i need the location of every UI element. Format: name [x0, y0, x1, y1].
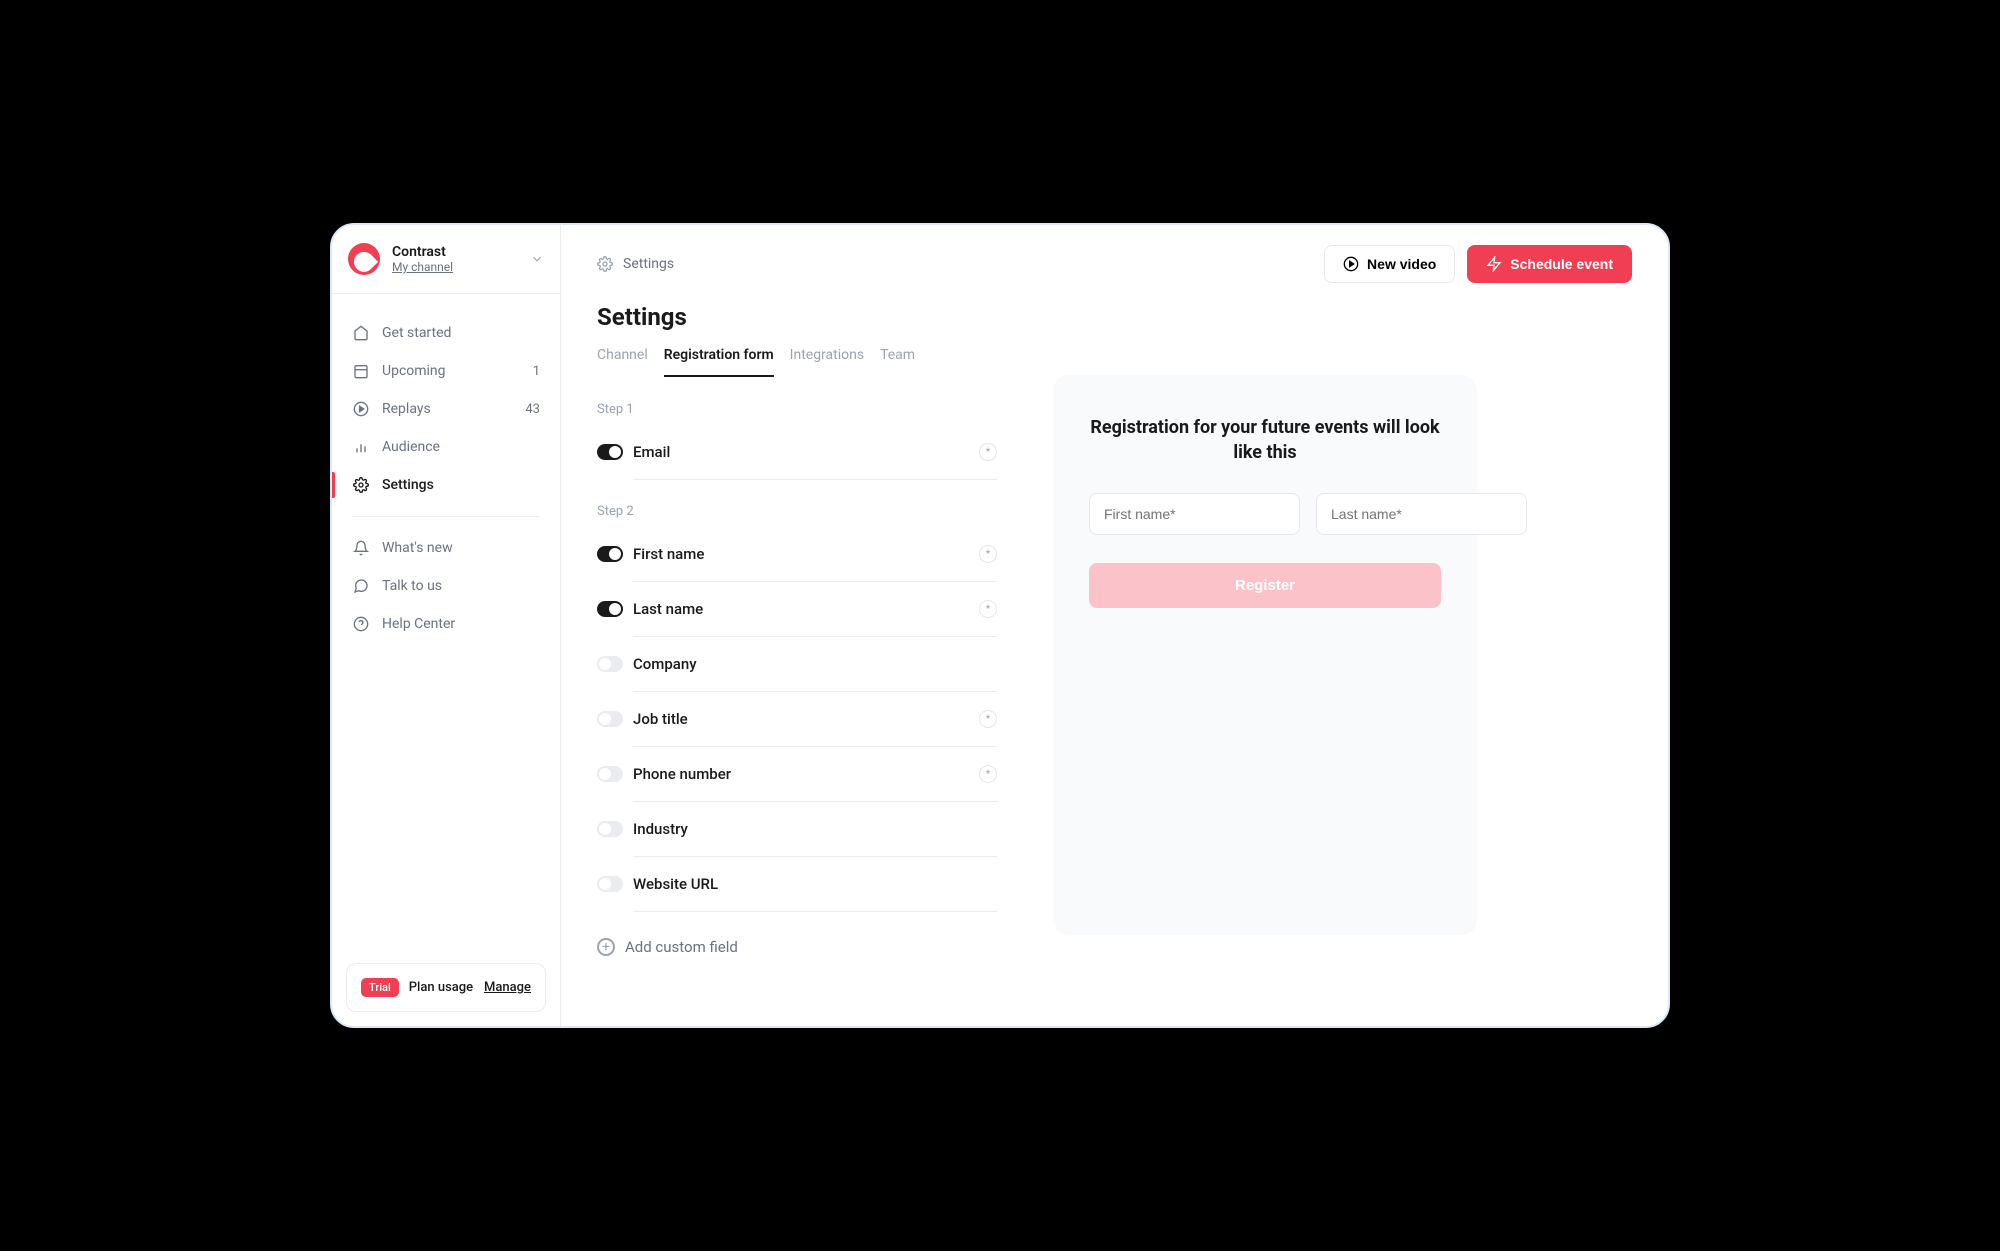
toggle-email[interactable]: [597, 444, 623, 460]
nav-badge: 1: [533, 364, 540, 379]
button-label: New video: [1367, 256, 1436, 272]
primary-nav: Get started Upcoming 1 Replays 43 Audien…: [332, 294, 560, 949]
chat-icon: [352, 577, 370, 595]
page-title: Settings: [597, 303, 997, 331]
play-circle-icon: [352, 400, 370, 418]
tab-registration-form[interactable]: Registration form: [664, 347, 774, 377]
field-label: Email: [633, 443, 670, 461]
breadcrumb: Settings: [623, 256, 674, 272]
gear-icon: [597, 256, 613, 272]
channel-info: Contrast My channel: [392, 244, 518, 274]
channel-sublabel[interactable]: My channel: [392, 260, 518, 274]
channel-name: Contrast: [392, 244, 518, 260]
tabs: Channel Registration form Integrations T…: [597, 347, 997, 378]
schedule-event-button[interactable]: Schedule event: [1467, 245, 1632, 283]
lightning-icon: [1486, 256, 1502, 272]
sidebar-item-talk-to-us[interactable]: Talk to us: [332, 567, 560, 605]
field-row-company: Company: [633, 637, 997, 692]
nav-divider: [352, 516, 540, 517]
bell-icon: [352, 539, 370, 557]
add-custom-field-button[interactable]: + Add custom field: [597, 920, 997, 974]
preview-inputs: [1089, 493, 1441, 535]
nav-badge: 43: [525, 402, 540, 417]
topbar-actions: New video Schedule event: [1324, 245, 1632, 283]
nav-label: Audience: [382, 439, 440, 455]
play-circle-icon: [1343, 256, 1359, 272]
toggle-first-name[interactable]: [597, 546, 623, 562]
app-window: Contrast My channel Get started Upcoming…: [330, 223, 1670, 1028]
toggle-company[interactable]: [597, 656, 623, 672]
sidebar-footer: Trial Plan usage Manage: [346, 963, 546, 1012]
nav-label: Upcoming: [382, 363, 446, 379]
calendar-icon: [352, 362, 370, 380]
toggle-last-name[interactable]: [597, 601, 623, 617]
step-1-label: Step 1: [597, 402, 997, 417]
sidebar-item-audience[interactable]: Audience: [332, 428, 560, 466]
field-label: Last name: [633, 600, 703, 618]
required-badge[interactable]: [979, 545, 997, 563]
toggle-job-title[interactable]: [597, 711, 623, 727]
toggle-phone-number[interactable]: [597, 766, 623, 782]
field-row-last-name: Last name: [633, 582, 997, 637]
toggle-website-url[interactable]: [597, 876, 623, 892]
nav-label: Talk to us: [382, 578, 442, 594]
first-name-field[interactable]: [1089, 493, 1300, 535]
content: Settings Channel Registration form Integ…: [561, 303, 1668, 1010]
field-row-industry: Industry: [633, 802, 997, 857]
register-button[interactable]: Register: [1089, 563, 1441, 608]
field-row-phone-number: Phone number: [633, 747, 997, 802]
sidebar-item-get-started[interactable]: Get started: [332, 314, 560, 352]
sidebar-item-settings[interactable]: Settings: [332, 466, 560, 504]
chevron-down-icon: [530, 252, 544, 266]
plus-circle-icon: +: [597, 938, 615, 956]
field-label: Phone number: [633, 765, 731, 783]
tab-team[interactable]: Team: [880, 347, 915, 377]
nav-label: Settings: [382, 477, 434, 493]
tab-channel[interactable]: Channel: [597, 347, 648, 377]
sidebar-item-whats-new[interactable]: What's new: [332, 529, 560, 567]
topbar: Settings New video Schedule event: [561, 225, 1668, 303]
nav-label: Help Center: [382, 616, 455, 632]
home-icon: [352, 324, 370, 342]
plan-usage-label: Plan usage: [409, 980, 473, 995]
sidebar-item-help-center[interactable]: Help Center: [332, 605, 560, 643]
new-video-button[interactable]: New video: [1324, 245, 1455, 283]
last-name-field[interactable]: [1316, 493, 1527, 535]
nav-label: What's new: [382, 540, 453, 556]
field-row-first-name: First name: [633, 535, 997, 582]
field-label: Company: [633, 655, 697, 673]
logo-icon: [348, 243, 380, 275]
gear-icon: [352, 476, 370, 494]
required-badge[interactable]: [979, 443, 997, 461]
trial-badge: Trial: [361, 978, 399, 997]
help-icon: [352, 615, 370, 633]
preview-title: Registration for your future events will…: [1089, 415, 1441, 465]
field-label: Job title: [633, 710, 688, 728]
field-label: Website URL: [633, 875, 718, 893]
add-field-label: Add custom field: [625, 938, 738, 956]
bar-chart-icon: [352, 438, 370, 456]
sidebar-header[interactable]: Contrast My channel: [332, 225, 560, 294]
nav-label: Get started: [382, 325, 451, 341]
sidebar-item-replays[interactable]: Replays 43: [332, 390, 560, 428]
field-label: Industry: [633, 820, 688, 838]
required-badge[interactable]: [979, 765, 997, 783]
manage-link[interactable]: Manage: [484, 980, 531, 995]
field-row-website-url: Website URL: [633, 857, 997, 912]
settings-column: Settings Channel Registration form Integ…: [597, 303, 997, 974]
field-label: First name: [633, 545, 704, 563]
preview-panel: Registration for your future events will…: [1053, 375, 1477, 935]
field-row-email: Email: [633, 433, 997, 480]
nav-label: Replays: [382, 401, 431, 417]
step-2-label: Step 2: [597, 504, 997, 519]
tab-integrations[interactable]: Integrations: [790, 347, 864, 377]
sidebar: Contrast My channel Get started Upcoming…: [332, 225, 561, 1026]
main: Settings New video Schedule event Settin…: [561, 225, 1668, 1026]
sidebar-item-upcoming[interactable]: Upcoming 1: [332, 352, 560, 390]
required-badge[interactable]: [979, 710, 997, 728]
required-badge[interactable]: [979, 600, 997, 618]
button-label: Schedule event: [1510, 256, 1613, 272]
field-row-job-title: Job title: [633, 692, 997, 747]
toggle-industry[interactable]: [597, 821, 623, 837]
